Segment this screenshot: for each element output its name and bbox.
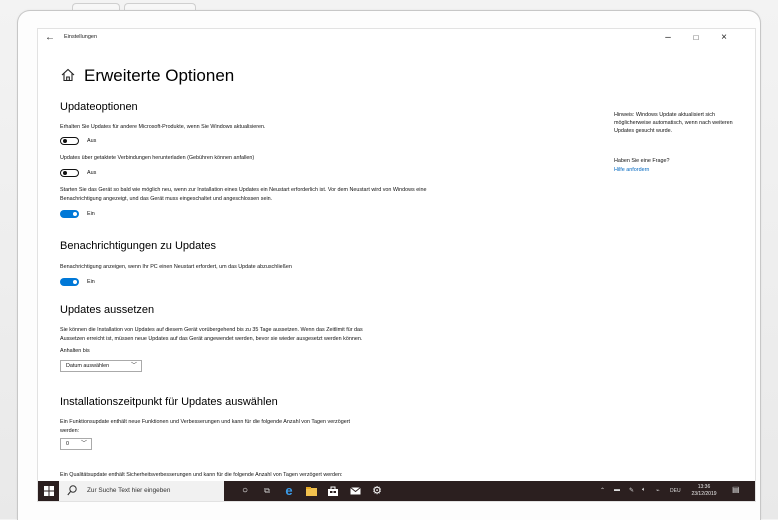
search-placeholder: Zur Suche Text hier eingeben xyxy=(87,487,171,494)
restart-toggle[interactable] xyxy=(60,210,79,218)
file-explorer-icon[interactable] xyxy=(304,484,318,498)
quality-update-description: Ein Qualitätsupdate enthält Sicherheitsv… xyxy=(60,472,343,478)
mail-icon[interactable] xyxy=(348,484,362,498)
section-heading-update-options: Updateoptionen xyxy=(60,101,138,113)
feature-days-select[interactable]: 0 ﹀ xyxy=(60,438,92,450)
side-hint: Hinweis: Windows Update aktualisiert sic… xyxy=(614,112,733,134)
feature-days-value: 0 xyxy=(66,441,69,447)
section-heading-pause: Updates aussetzen xyxy=(60,304,155,316)
metered-toggle[interactable] xyxy=(60,169,79,177)
store-icon[interactable] xyxy=(326,484,340,498)
page-title: Erweiterte Optionen xyxy=(84,66,235,85)
section-heading-notifications: Benachrichtigungen zu Updates xyxy=(60,240,216,252)
restart-description-line2: Benachrichtigung angezeigt, und das Gerä… xyxy=(60,196,273,202)
feature-update-description-line2: werden: xyxy=(60,428,80,434)
cortana-icon[interactable]: ○ xyxy=(238,484,252,498)
metered-description: Updates über getaktete Verbindungen heru… xyxy=(60,155,255,161)
back-arrow-icon[interactable]: ← xyxy=(45,32,55,43)
taskbar-clock[interactable]: 13:36 23/12/2019 xyxy=(686,484,722,498)
action-center-icon[interactable]: ▤ xyxy=(732,485,740,494)
notifications-description: Benachrichtigung anzeigen, wenn Ihr PC e… xyxy=(60,264,292,270)
restart-description-line1: Starten Sie das Gerät so bald wie möglic… xyxy=(60,187,427,193)
edge-icon[interactable]: e xyxy=(282,484,296,498)
pause-description-line1: Sie können die Installation von Updates … xyxy=(60,327,363,333)
taskbar: Zur Suche Text hier eingeben ○ ⧉ e ⚙ ⌃ ▬… xyxy=(38,481,755,501)
help-link[interactable]: Hilfe anfordern xyxy=(614,166,739,174)
app-title: Einstellungen xyxy=(64,34,98,40)
pause-date-select-value: Datum auswählen xyxy=(66,363,110,369)
settings-icon[interactable]: ⚙ xyxy=(370,484,384,498)
restart-state: Ein xyxy=(87,211,95,217)
tray-volume-icon[interactable]: 🔈︎ xyxy=(642,487,646,494)
task-view-icon[interactable]: ⧉ xyxy=(260,484,274,498)
minimize-button[interactable]: – xyxy=(658,32,678,43)
other-products-state: Aus xyxy=(87,138,97,144)
search-icon xyxy=(67,485,77,496)
tray-battery-icon[interactable]: ▬ xyxy=(614,487,620,493)
side-question: Haben Sie eine Frage? xyxy=(614,158,670,164)
pause-until-label: Anhalten bis xyxy=(60,348,90,354)
side-panel: Hinweis: Windows Update aktualisiert sic… xyxy=(614,111,739,174)
home-icon[interactable] xyxy=(60,67,76,83)
notifications-toggle[interactable] xyxy=(60,278,79,286)
settings-window: ← Einstellungen – □ × Erweiterte Optione… xyxy=(37,28,756,502)
taskbar-search-box[interactable]: Zur Suche Text hier eingeben xyxy=(59,481,224,501)
close-button[interactable]: × xyxy=(714,32,734,43)
chevron-down-icon: ﹀ xyxy=(130,363,137,369)
tray-language[interactable]: DEU xyxy=(670,488,681,494)
tray-show-hidden-icon[interactable]: ⌃ xyxy=(600,487,605,494)
metered-state: Aus xyxy=(87,170,97,176)
title-bar: ← Einstellungen – □ × xyxy=(38,29,755,51)
pause-date-select[interactable]: Datum auswählen ﹀ xyxy=(60,360,142,372)
pause-description-line2: Aussetzen erreicht ist, müssen neue Upda… xyxy=(60,336,363,342)
maximize-button[interactable]: □ xyxy=(686,33,706,42)
other-products-toggle[interactable] xyxy=(60,137,79,145)
tray-network-icon[interactable]: ⌁ xyxy=(656,487,660,494)
chevron-down-icon: ﹀ xyxy=(80,441,87,447)
other-products-description: Erhalten Sie Updates für andere Microsof… xyxy=(60,124,266,130)
section-heading-install-time: Installationszeitpunkt für Updates auswä… xyxy=(60,396,278,408)
tray-pen-icon[interactable]: ✎ xyxy=(629,487,634,494)
windows-start-icon[interactable] xyxy=(44,486,54,496)
clock-time: 13:36 xyxy=(697,484,711,490)
clock-date: 23/12/2019 xyxy=(691,491,717,497)
notifications-state: Ein xyxy=(87,279,95,285)
feature-update-description-line1: Ein Funktionsupdate enthält neue Funktio… xyxy=(60,419,351,425)
